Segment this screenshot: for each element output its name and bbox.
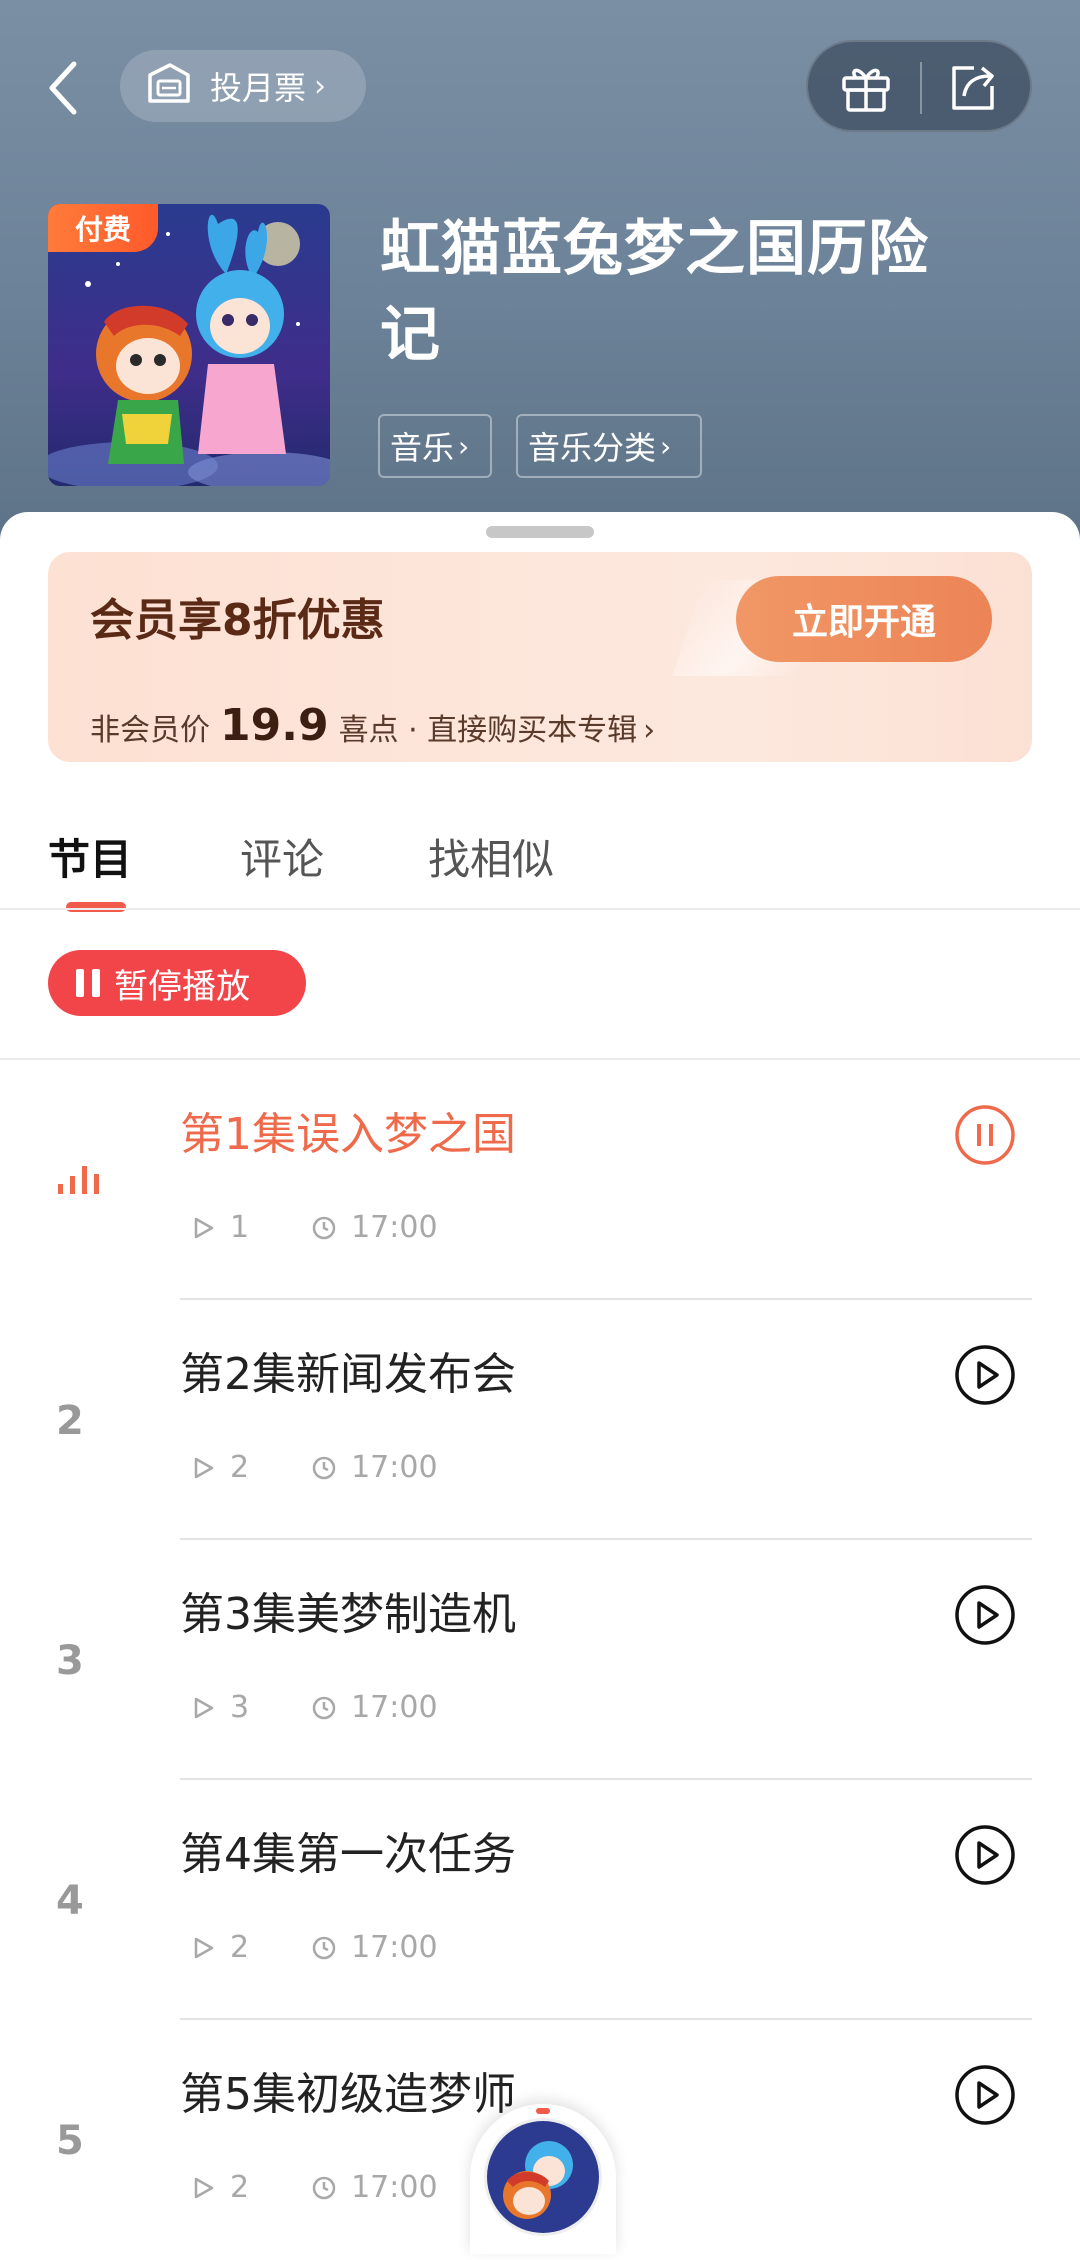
chevron-right-icon: › (643, 713, 656, 748)
promo-title: 会员享8折优惠 (90, 595, 385, 646)
album-cover: 付费 (48, 204, 330, 486)
episode-row[interactable]: 4 第4集第一次任务 2 17:00 (0, 1780, 1080, 2020)
episode-number: 2 (56, 1398, 84, 1444)
mini-player-cover (484, 2118, 602, 2236)
episode-row[interactable]: 3 第3集美梦制造机 3 17:00 (0, 1540, 1080, 1780)
tag-music-category[interactable]: 音乐分类 › (516, 414, 702, 478)
pause-playback-button[interactable]: 暂停播放 (48, 950, 306, 1016)
mini-player-cover-art (487, 2121, 599, 2233)
top-actions-pill (806, 40, 1032, 132)
equalizer-icon (58, 1166, 99, 1194)
episode-row[interactable]: 第1集误入梦之国 1 17:00 (0, 1060, 1080, 1300)
play-circle-icon[interactable] (954, 2064, 1016, 2126)
play-count: 2 (230, 1450, 250, 1485)
buy-album-link[interactable]: 非会员价 19.9 喜点 · 直接购买本专辑 › (90, 700, 655, 751)
gift-icon[interactable] (838, 60, 894, 116)
mini-player-indicator (536, 2108, 550, 2114)
episode-meta: 1 17:00 (190, 1210, 438, 1245)
ticket-icon (148, 63, 190, 103)
album-title-line-1: 虹猫蓝兔梦之国历险 (380, 214, 929, 284)
tab-episodes[interactable]: 节目 (48, 826, 132, 887)
tag-music[interactable]: 音乐 › (378, 414, 492, 478)
episode-title: 第4集第一次任务 (180, 1829, 516, 1880)
play-count: 1 (230, 1210, 250, 1245)
clock-icon (312, 1456, 336, 1479)
play-circle-icon[interactable] (954, 1344, 1016, 1406)
actions-divider (920, 62, 922, 114)
vote-monthly-ticket-button[interactable]: 投月票 › (120, 50, 366, 122)
play-count: 3 (230, 1690, 250, 1725)
pause-icon (76, 969, 100, 997)
tab-comments[interactable]: 评论 (240, 826, 324, 887)
vote-label: 投月票 (210, 69, 307, 107)
episode-title: 第3集美梦制造机 (180, 1589, 516, 1640)
play-count-icon (194, 1937, 214, 1958)
chevron-right-icon: › (660, 429, 672, 463)
paid-badge: 付费 (48, 204, 158, 252)
drag-handle[interactable] (486, 526, 594, 538)
episode-title: 第2集新闻发布会 (180, 1349, 516, 1400)
clock-icon (312, 1936, 336, 1959)
tabs-divider (0, 908, 1080, 910)
clock-icon (312, 2176, 336, 2199)
tab-bar: 节目 评论 找相似 (0, 790, 1080, 920)
episode-duration: 17:00 (351, 1690, 438, 1725)
play-circle-icon[interactable] (954, 1584, 1016, 1646)
play-circle-icon[interactable] (954, 1824, 1016, 1886)
album-title: 虹猫蓝兔梦之国历险 记 (380, 206, 1020, 378)
episode-duration: 17:00 (351, 1450, 438, 1485)
tag-label: 音乐 (390, 429, 455, 467)
episode-meta: 3 17:00 (190, 1690, 438, 1725)
episode-duration: 17:00 (351, 1210, 438, 1245)
album-header: 投月票 › 付费 虹猫蓝兔梦之国历险 记 音乐 › 音乐分类 › (0, 0, 1080, 540)
open-vip-button[interactable]: 立即开通 (736, 576, 992, 662)
active-tab-indicator (66, 902, 126, 912)
vip-promo-card[interactable]: 会员享8折优惠 立即开通 非会员价 19.9 喜点 · 直接购买本专辑 › (48, 552, 1032, 762)
share-icon[interactable] (944, 60, 1002, 116)
play-count: 2 (230, 2170, 250, 2205)
episode-number: 4 (56, 1878, 84, 1924)
pause-circle-icon[interactable] (954, 1104, 1016, 1166)
play-count-icon (194, 1457, 214, 1478)
episode-duration: 17:00 (351, 1930, 438, 1965)
play-count-icon (194, 2177, 214, 2198)
episode-title: 第5集初级造梦师 (180, 2069, 516, 2120)
play-count: 2 (230, 1930, 250, 1965)
album-price: 19.9 (220, 700, 329, 751)
pause-playback-label: 暂停播放 (114, 966, 250, 1007)
album-title-line-2: 记 (380, 300, 441, 370)
clock-icon (312, 1216, 336, 1239)
episode-duration: 17:00 (351, 2170, 438, 2205)
tag-label: 音乐分类 (528, 429, 657, 467)
play-count-icon (194, 1217, 214, 1238)
chevron-right-icon: › (458, 429, 470, 463)
episode-meta: 2 17:00 (190, 1930, 438, 1965)
episode-meta: 2 17:00 (190, 2170, 438, 2205)
episode-title: 第1集误入梦之国 (180, 1109, 516, 1160)
episode-number: 5 (56, 2118, 84, 2164)
mini-player[interactable] (470, 2104, 616, 2254)
clock-icon (312, 1696, 336, 1719)
content-sheet: 会员享8折优惠 立即开通 非会员价 19.9 喜点 · 直接购买本专辑 › 节目… (0, 512, 1080, 2249)
back-icon[interactable] (44, 58, 84, 118)
tab-find-similar[interactable]: 找相似 (428, 826, 554, 887)
episode-number: 3 (56, 1638, 84, 1684)
chevron-right-icon: › (314, 68, 327, 104)
episode-row[interactable]: 2 第2集新闻发布会 2 17:00 (0, 1300, 1080, 1540)
buy-album-text: 喜点 · 直接购买本专辑 (338, 713, 638, 748)
episode-meta: 2 17:00 (190, 1450, 438, 1485)
non-member-price-label: 非会员价 (90, 713, 210, 748)
play-count-icon (194, 1697, 214, 1718)
